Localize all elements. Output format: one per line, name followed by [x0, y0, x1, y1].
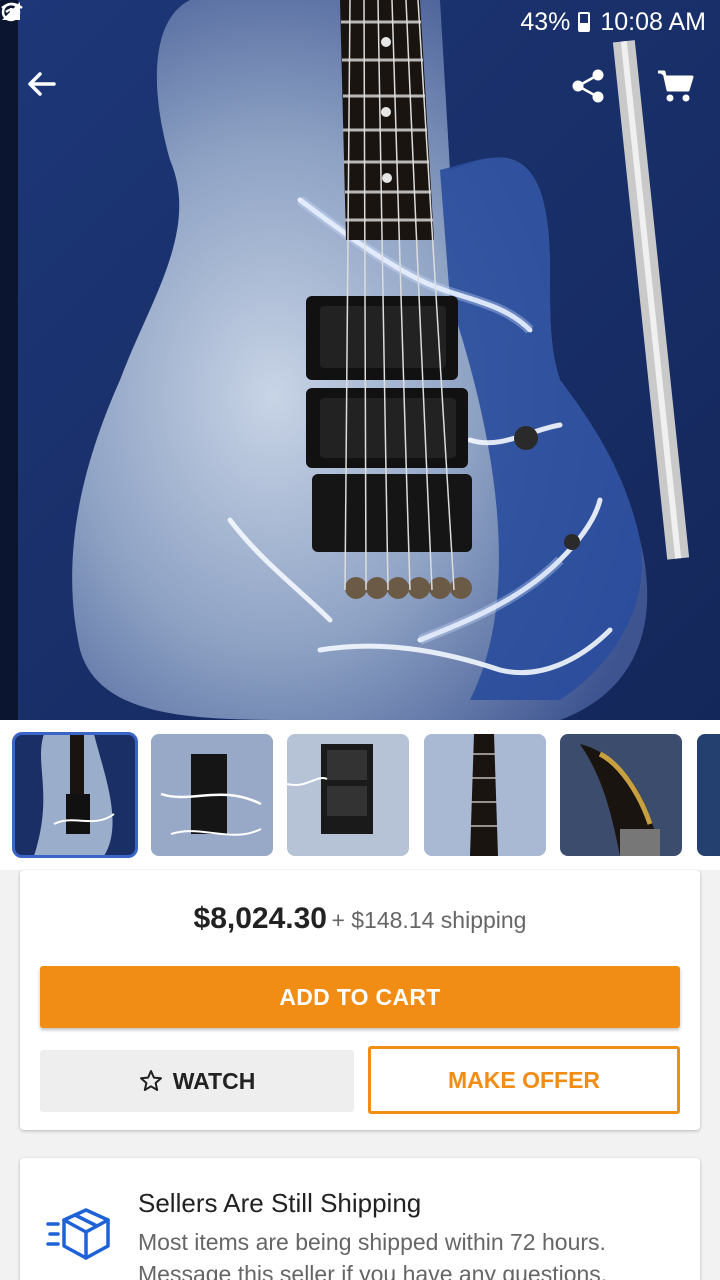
thumbnail-6[interactable]: [697, 734, 720, 856]
thumbnail-1[interactable]: [12, 732, 138, 858]
shipping-box-icon: [46, 1208, 112, 1265]
price-row: $8,024.30 + $148.14 shipping: [20, 902, 700, 936]
thumbnail-4[interactable]: [424, 734, 546, 856]
cart-icon: [658, 70, 694, 102]
make-offer-label: MAKE OFFER: [447, 1066, 601, 1093]
product-photo[interactable]: 43% 10:08 AM: [0, 0, 720, 720]
make-offer-button[interactable]: MAKE OFFER: [368, 1046, 680, 1114]
buy-box: $8,024.30 + $148.14 shipping ADD TO CART…: [20, 870, 700, 1130]
status-bar: 43% 10:08 AM: [0, 0, 720, 44]
add-to-cart-button[interactable]: ADD TO CART: [40, 966, 680, 1028]
back-button[interactable]: [26, 68, 74, 116]
arrow-left-icon: [28, 72, 56, 96]
thumbnail-2[interactable]: [151, 734, 273, 856]
notice-body: Most items are being shipped within 72 h…: [138, 1229, 608, 1280]
add-to-cart-label: ADD TO CART: [279, 983, 441, 1010]
cart-button[interactable]: [656, 68, 704, 116]
shipping-cost: + $148.14 shipping: [331, 907, 527, 933]
battery-percent: 43%: [520, 7, 571, 36]
thumbnail-strip[interactable]: [0, 720, 720, 870]
clock: 10:08 AM: [600, 7, 706, 36]
share-button[interactable]: [570, 68, 618, 116]
notice-title: Sellers Are Still Shipping: [138, 1188, 422, 1218]
star-icon: [139, 1070, 162, 1091]
watch-button[interactable]: WATCH: [40, 1050, 354, 1112]
shipping-notice: Sellers Are Still Shipping Most items ar…: [20, 1158, 700, 1280]
thumbnail-5[interactable]: [560, 734, 682, 856]
battery-icon: [578, 12, 591, 32]
price: $8,024.30: [193, 902, 327, 935]
watch-label: WATCH: [172, 1067, 256, 1094]
thumbnail-3[interactable]: [287, 734, 409, 856]
share-icon: [572, 69, 604, 103]
